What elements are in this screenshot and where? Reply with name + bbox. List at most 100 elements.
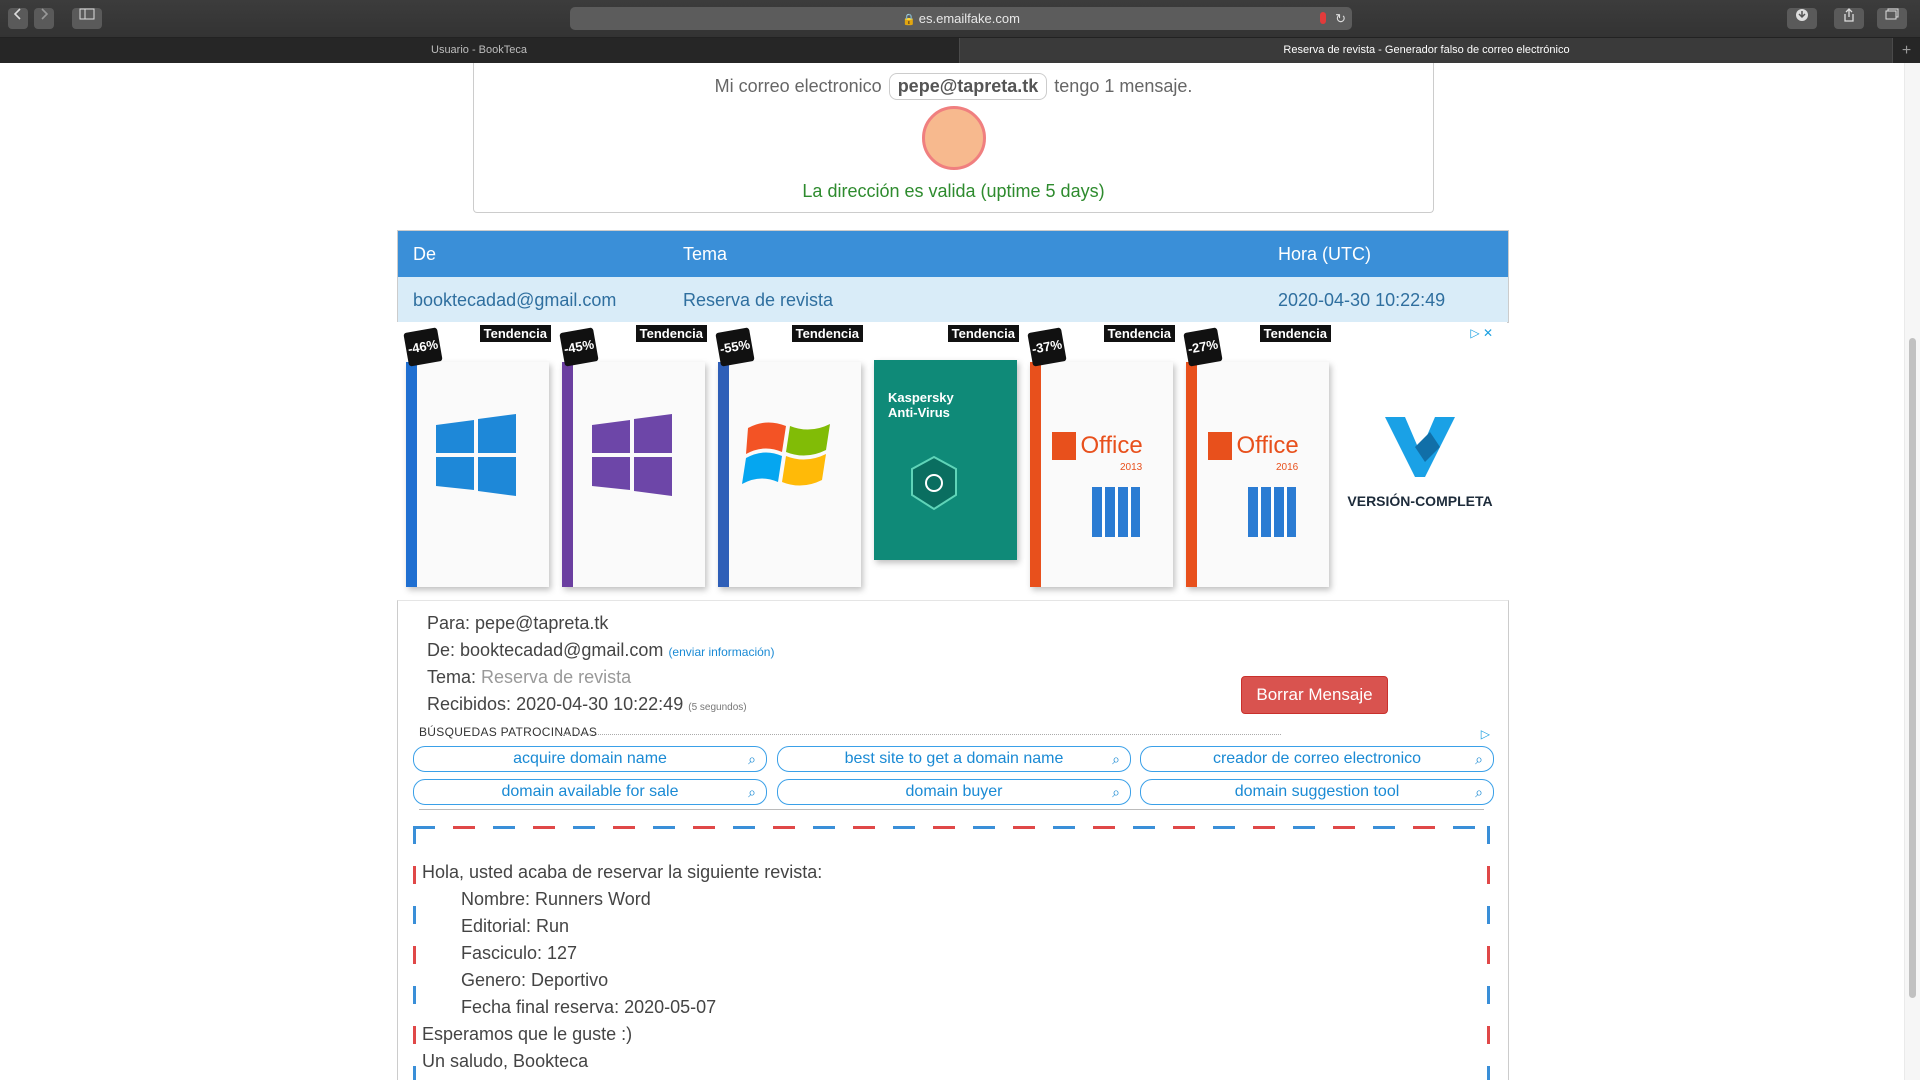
message-body: Hola, usted acaba de reservar la siguien… [413,826,1490,1080]
page-scrollbar[interactable] [1904,63,1920,1080]
body-line: Fasciculo: 127 [461,943,578,963]
trend-badge: Tendencia [1103,325,1175,342]
ad-banner[interactable]: -46% Tendencia -45% Tendencia -55% Tende… [397,322,1507,600]
received-ago: (5 segundos) [688,702,747,713]
discount-badge: -45% [559,327,599,367]
discount-badge: -27% [1183,327,1223,367]
sponsored-link[interactable]: domain buyer ⌕ [777,779,1131,805]
app-grid [1248,487,1296,537]
search-icon: ⌕ [1112,751,1120,767]
airmail-border [1487,826,1490,1080]
app-grid [1092,487,1140,537]
reload-icon[interactable]: ↻ [1335,7,1346,30]
share-icon [1844,8,1854,22]
subject-value: Reserva de revista [481,667,632,687]
trend-badge: Tendencia [635,325,707,342]
from-label: De: [427,640,456,660]
sponsored-link-label: acquire domain name [513,750,667,767]
downloads-button[interactable] [1787,8,1817,29]
address-bar[interactable]: 🔒 es.emailfake.com ↻ [570,7,1352,30]
row-time: 2020-04-30 10:22:49 [1278,290,1446,310]
vk-logo-icon [1385,417,1455,477]
sponsored-link[interactable]: best site to get a domain name ⌕ [777,746,1131,772]
header-subject: Tema [683,244,728,264]
message-details: Para: pepe@tapreta.tk De: booktecadad@gm… [397,600,1509,1080]
product-box: Office 2013 [1030,362,1173,587]
chevron-left-icon [14,8,21,20]
sidebar-icon [79,8,95,20]
lock-icon: 🔒 [902,14,916,26]
product-box [562,362,705,587]
header-from: De [413,244,437,264]
ad-product-windows10-pro[interactable]: -45% Tendencia [556,322,709,600]
body-line: Nombre: Runners Word [461,889,651,909]
trend-badge: Tendencia [479,325,551,342]
received-value: 2020-04-30 10:22:49 [516,694,684,714]
scrollbar-thumb[interactable] [1909,338,1916,998]
send-info-link[interactable]: (enviar información) [668,645,774,659]
sponsored-title: BÚSQUEDAS PATROCINADAS [419,725,598,739]
ad-product-kaspersky[interactable]: Kaspersky Anti-Virus Tendencia [868,322,1021,600]
from-value: booktecadad@gmail.com [460,640,664,660]
tab-bar: Usuario - BookTeca Reserva de revista - … [0,38,1920,63]
box-title: Kaspersky Anti-Virus [888,390,954,420]
ad-product-windows10-home[interactable]: -46% Tendencia [400,322,553,600]
windows7-icon [742,422,830,486]
mailbox-panel: Mi correo electronico pepe@tapreta.tk te… [473,63,1434,213]
sponsored-link[interactable]: acquire domain name ⌕ [413,746,767,772]
forward-button[interactable] [34,8,54,29]
message-table: De Tema Hora (UTC) booktecadad@gmail.com… [397,230,1509,323]
ad-product-office2016[interactable]: Office 2016 -27% Tendencia [1180,322,1333,600]
received-line: Recibidos: 2020-04-30 10:22:49 (5 segund… [427,694,747,715]
mailbox-prefix: Mi correo electronico [714,76,882,96]
brand-text: VERSIÓN-COMPLETA [1347,493,1493,509]
delete-message-button[interactable]: Borrar Mensaje [1241,676,1388,714]
ad-choices-icon[interactable]: ▷ ✕ [1470,326,1493,340]
box-spine [1030,362,1041,587]
sponsored-link[interactable]: domain suggestion tool ⌕ [1140,779,1494,805]
download-icon [1796,9,1808,21]
windows10-icon [592,414,672,496]
from-line: De: booktecadad@gmail.com (enviar inform… [427,640,774,661]
received-label: Recibidos: [427,694,512,714]
ad-product-office2013[interactable]: Office 2013 -37% Tendencia [1024,322,1177,600]
mailbox-line: Mi correo electronico pepe@tapreta.tk te… [474,73,1433,100]
sponsored-link-label: domain available for sale [501,783,679,800]
sponsored-link[interactable]: creador de correo electronico ⌕ [1140,746,1494,772]
back-button[interactable] [8,8,28,29]
sponsored-link-label: creador de correo electronico [1212,750,1422,767]
tabs-overview-button[interactable] [1877,8,1907,29]
validity-status: La dirección es valida (uptime 5 days) [802,181,1105,201]
body-line: Editorial: Run [461,916,570,936]
ad-product-windows7[interactable]: -55% Tendencia [712,322,865,600]
tabs-icon [1885,8,1899,20]
sidebar-button[interactable] [72,8,102,29]
office-icon: Office [1208,432,1299,460]
table-row[interactable]: booktecadad@gmail.com Reserva de revista… [398,277,1508,322]
discount-badge: -37% [1027,327,1067,367]
share-button[interactable] [1834,8,1864,29]
mailbox-address[interactable]: pepe@tapreta.tk [888,73,1048,100]
microphone-icon[interactable] [1320,12,1326,24]
sponsored-link[interactable]: domain available for sale ⌕ [413,779,767,805]
new-tab-button[interactable]: + [1892,38,1920,63]
header-time: Hora (UTC) [1278,244,1371,264]
ad-choices-icon[interactable]: ▷ [1481,727,1490,741]
tab-emailfake[interactable]: Reserva de revista - Generador falso de … [959,38,1893,63]
to-label: Para: [427,613,471,633]
discount-badge: -55% [715,327,755,367]
box-year: 2016 [1276,462,1299,473]
chevron-right-icon [41,8,48,20]
product-box: Kaspersky Anti-Virus [874,360,1017,560]
to-line: Para: pepe@tapreta.tk [427,613,608,634]
airmail-border [413,826,416,1080]
search-icon: ⌕ [748,784,756,800]
row-subject: Reserva de revista [683,290,834,310]
product-box: Office 2016 [1186,362,1329,587]
brand-logo[interactable]: VERSIÓN-COMPLETA [1345,412,1495,509]
box-spine [562,362,573,587]
office-icon: Office [1052,432,1143,460]
tab-bookteca[interactable]: Usuario - BookTeca [0,38,958,63]
product-box [718,362,861,587]
sponsored-link-label: domain suggestion tool [1234,783,1400,800]
